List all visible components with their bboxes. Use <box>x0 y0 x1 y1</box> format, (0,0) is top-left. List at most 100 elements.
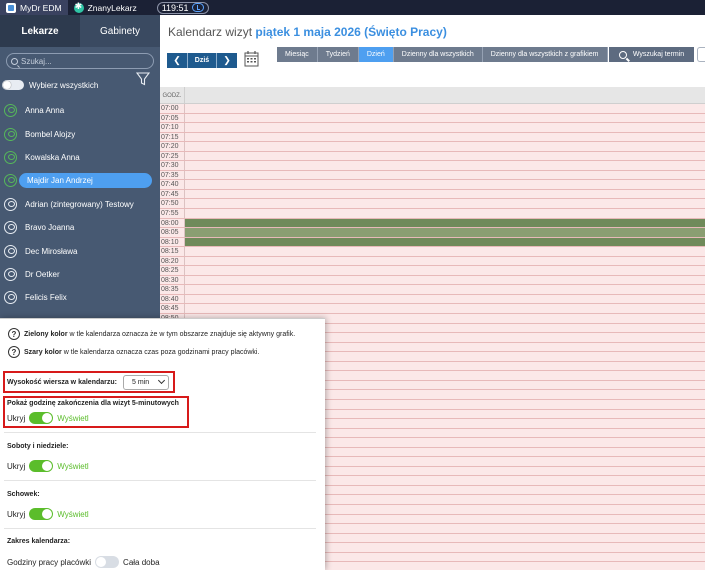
time-slot-cell[interactable] <box>185 180 705 189</box>
view-button[interactable]: Dzienny dla wszystkich z grafikiem <box>482 47 608 62</box>
time-slot-cell[interactable] <box>185 285 705 294</box>
chevron-down-icon <box>157 376 166 385</box>
tab-gabinety[interactable]: Gabinety <box>80 15 160 47</box>
time-label: 07:55 <box>160 209 185 218</box>
time-slot-cell[interactable] <box>185 104 705 113</box>
time-slot-row[interactable]: 07:55 <box>160 209 705 219</box>
time-slot-cell[interactable] <box>185 189 705 199</box>
time-label: 08:10 <box>160 237 185 247</box>
end-time-hide-label: Ukryj <box>7 413 26 423</box>
znanylekarz-logo-icon <box>73 1 84 13</box>
time-slot-row[interactable]: 08:35 <box>160 285 705 295</box>
time-slot-row[interactable]: 07:25 <box>160 151 705 162</box>
tab-lekarze[interactable]: Lekarze <box>0 15 80 47</box>
doctor-search-input[interactable] <box>21 56 151 66</box>
time-slot-row[interactable]: 07:15 <box>160 132 705 143</box>
time-slot-row[interactable]: 08:10 <box>160 237 705 248</box>
view-button[interactable]: Miesiąc <box>277 47 318 62</box>
time-slot-cell[interactable] <box>185 209 705 218</box>
session-timer[interactable]: 119:51 <box>156 1 209 14</box>
time-slot-row[interactable]: 07:45 <box>160 189 705 200</box>
time-slot-row[interactable]: 08:45 <box>160 304 705 315</box>
app-tab-mydr[interactable]: MyDr EDM <box>0 0 68 15</box>
view-button[interactable]: Dzień <box>358 47 394 62</box>
time-slot-cell[interactable] <box>185 228 705 237</box>
time-slot-row[interactable]: 08:25 <box>160 266 705 276</box>
info-green: ? Zielony kolor w tle kalendarza oznacza… <box>8 328 295 340</box>
doctor-item[interactable]: Dr Oetker <box>0 263 160 286</box>
time-slot-row[interactable]: 07:40 <box>160 180 705 190</box>
time-slot-cell[interactable] <box>185 170 705 180</box>
time-slot-cell[interactable] <box>185 304 705 314</box>
app-tab-znanylekarz[interactable]: ZnanyLekarz <box>68 0 143 15</box>
clipboard-title: Schowek: <box>7 491 40 498</box>
range-toggle[interactable] <box>95 556 120 568</box>
doctor-item[interactable]: Adrian (zintegrowany) Testowy <box>0 193 160 216</box>
time-slot-cell[interactable] <box>185 266 705 275</box>
time-slot-cell[interactable] <box>185 218 705 228</box>
select-all-toggle[interactable] <box>2 80 24 90</box>
doctor-list: Anna Anna Bombel Alojzy Kowalska Anna Majdi… <box>0 99 160 310</box>
time-slot-cell[interactable] <box>185 247 705 256</box>
doctor-avatar-icon <box>4 244 17 258</box>
time-slot-cell[interactable] <box>185 113 705 123</box>
time-label: 07:10 <box>160 123 185 132</box>
info-green-text: Zielony kolor w tle kalendarza oznacza ż… <box>24 330 296 338</box>
time-slot-row[interactable]: 08:05 <box>160 228 705 238</box>
weekends-toggle[interactable] <box>29 460 54 472</box>
time-label: 07:35 <box>160 170 185 180</box>
time-slot-cell[interactable] <box>185 237 705 247</box>
doctor-item[interactable]: Dec Mirosława <box>0 239 160 262</box>
doctor-item[interactable]: Felicis Felix <box>0 286 160 309</box>
time-slot-cell[interactable] <box>185 161 705 170</box>
doctor-avatar-icon <box>4 174 17 188</box>
time-slot-cell[interactable] <box>185 142 705 151</box>
end-time-toggle[interactable] <box>29 412 54 424</box>
time-slot-row[interactable]: 07:05 <box>160 113 705 124</box>
time-slot-row[interactable]: 08:30 <box>160 275 705 286</box>
time-slot-cell[interactable] <box>185 132 705 142</box>
time-slot-row[interactable]: 08:15 <box>160 247 705 257</box>
view-button[interactable]: Tydzień <box>317 47 359 62</box>
date-navigation: ❮ Dziś ❯ <box>167 53 237 68</box>
time-label: 08:30 <box>160 275 185 285</box>
doctor-item[interactable]: Kowalska Anna <box>0 146 160 169</box>
more-button[interactable] <box>697 47 705 62</box>
time-slot-row[interactable]: 07:35 <box>160 170 705 181</box>
row-height-select[interactable]: 5 min <box>122 374 169 390</box>
time-slot-row[interactable]: 08:40 <box>160 294 705 305</box>
doctor-name: Dr Oetker <box>25 269 60 279</box>
time-slot-cell[interactable] <box>185 294 705 304</box>
doctor-item[interactable]: Bravo Joanna <box>0 216 160 239</box>
time-slot-cell[interactable] <box>185 151 705 161</box>
doctor-item[interactable]: Majdir Jan Andrzej <box>0 169 160 192</box>
time-slot-cell[interactable] <box>185 275 705 285</box>
time-slot-row[interactable]: 07:30 <box>160 161 705 171</box>
prev-day-button[interactable]: ❮ <box>167 53 187 68</box>
search-term-button[interactable]: Wyszukaj termin <box>609 47 694 62</box>
time-slot-row[interactable]: 07:10 <box>160 123 705 133</box>
time-slot-row[interactable]: 07:00 <box>160 104 705 114</box>
clock-icon <box>191 3 204 12</box>
range-title: Zakres kalendarza: <box>7 538 71 545</box>
filter-icon[interactable] <box>136 72 150 86</box>
calendar-picker-icon[interactable] <box>244 50 259 67</box>
time-slot-cell[interactable] <box>185 199 705 209</box>
time-slot-row[interactable]: 07:20 <box>160 142 705 152</box>
clipboard-toggle[interactable] <box>29 508 54 520</box>
weekends-hide-label: Ukryj <box>7 461 26 471</box>
time-label: 07:50 <box>160 199 185 209</box>
page-title: Kalendarz wizyt piątek 1 maja 2026 (Świę… <box>168 25 447 39</box>
next-day-button[interactable]: ❯ <box>217 53 237 68</box>
weekends-toggle-row: Ukryj Wyświetl <box>7 460 89 472</box>
time-slot-row[interactable]: 08:20 <box>160 256 705 267</box>
today-button[interactable]: Dziś <box>187 53 217 68</box>
time-slot-cell[interactable] <box>185 123 705 132</box>
time-slot-cell[interactable] <box>185 256 705 266</box>
time-slot-row[interactable]: 08:00 <box>160 218 705 229</box>
row-height-value: 5 min <box>131 378 150 386</box>
time-slot-row[interactable]: 07:50 <box>160 199 705 210</box>
doctor-item[interactable]: Bombel Alojzy <box>0 122 160 145</box>
view-button[interactable]: Dzienny dla wszystkich <box>393 47 483 62</box>
doctor-item[interactable]: Anna Anna <box>0 99 160 122</box>
